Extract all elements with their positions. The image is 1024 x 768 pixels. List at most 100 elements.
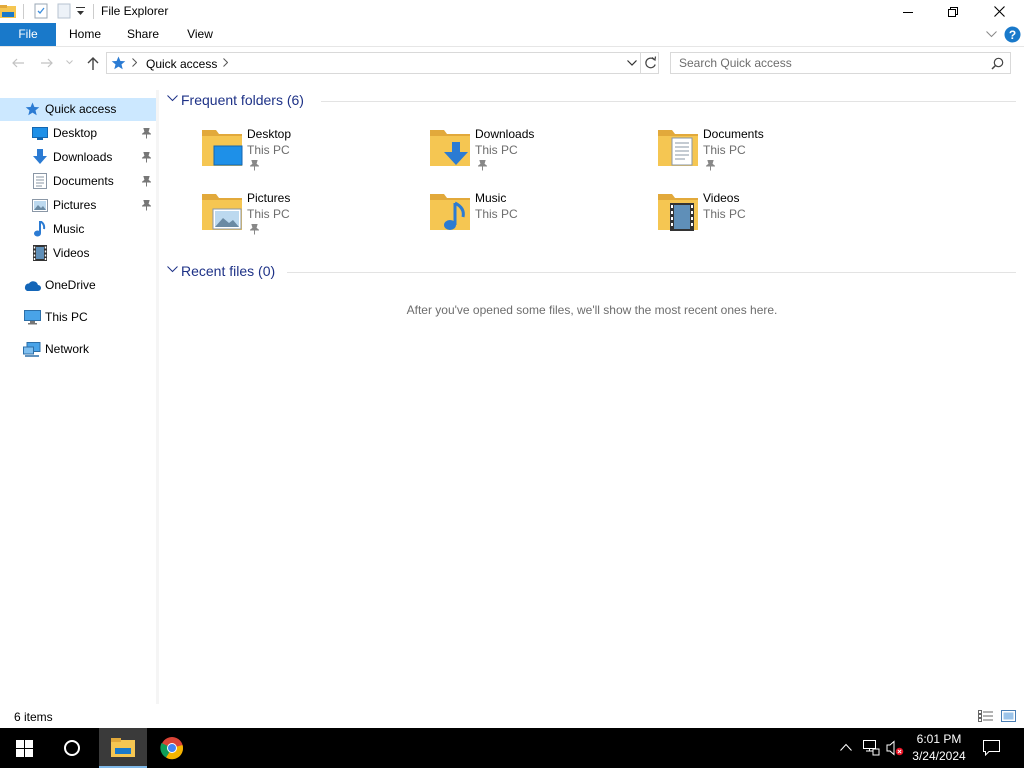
chevron-down-icon	[167, 95, 178, 102]
folder-tile-documents[interactable]: Documents This PC	[656, 126, 876, 182]
taskbar-chrome[interactable]	[148, 728, 196, 768]
restore-button[interactable]	[930, 0, 976, 23]
sidebar-item-label: This PC	[45, 310, 88, 324]
taskbar-clock-date[interactable]: 3/24/2024	[908, 749, 970, 763]
pin-icon[interactable]	[250, 224, 259, 235]
folder-location: This PC	[247, 207, 290, 221]
sidebar-item-music[interactable]: Music	[0, 218, 156, 241]
sidebar-item-this-pc[interactable]: This PC	[0, 306, 156, 329]
folder-name: Documents	[703, 127, 764, 141]
star-icon	[25, 102, 40, 116]
film-icon	[33, 245, 47, 261]
file-explorer-app-icon[interactable]	[0, 3, 16, 19]
customize-toolbar-dropdown-icon[interactable]	[76, 7, 85, 16]
taskbar-file-explorer[interactable]	[99, 728, 147, 768]
sidebar-item-downloads[interactable]: Downloads	[0, 146, 156, 169]
document-icon	[33, 173, 47, 189]
divider	[93, 4, 94, 19]
sidebar-item-network[interactable]: Network	[0, 338, 156, 361]
divider	[640, 53, 641, 73]
search-box[interactable]	[670, 52, 1011, 74]
folder-tile-downloads[interactable]: Downloads This PC	[428, 126, 648, 182]
address-bar[interactable]: Quick access	[106, 52, 659, 74]
pin-icon[interactable]	[478, 160, 487, 171]
taskbar: 6:01 PM 3/24/2024	[0, 728, 1024, 768]
documents-folder-icon	[656, 126, 700, 170]
pin-icon[interactable]	[142, 152, 151, 163]
back-button[interactable]	[11, 56, 25, 70]
close-button[interactable]	[976, 0, 1022, 23]
search-input[interactable]	[679, 56, 979, 70]
group-divider	[287, 272, 1016, 273]
new-folder-icon[interactable]	[56, 3, 72, 19]
large-icons-view-icon[interactable]	[1001, 710, 1016, 722]
sidebar-item-videos[interactable]: Videos	[0, 242, 156, 265]
pictures-folder-icon	[200, 190, 244, 234]
volume-muted-icon[interactable]	[886, 740, 904, 756]
start-button[interactable]	[0, 728, 48, 768]
sidebar-item-pictures[interactable]: Pictures	[0, 194, 156, 217]
svg-text:?: ?	[1009, 28, 1016, 42]
downloads-folder-icon	[428, 126, 472, 170]
action-center-icon[interactable]	[983, 740, 1000, 756]
navigation-pane-splitter[interactable]	[156, 90, 159, 704]
folder-tile-music[interactable]: Music This PC	[428, 190, 648, 246]
network-status-icon[interactable]	[863, 740, 880, 756]
back-arrow-icon	[12, 58, 24, 68]
show-hidden-icons-chevron-icon[interactable]	[840, 743, 852, 751]
recent-locations-dropdown[interactable]	[66, 60, 73, 65]
desktop-folder-icon	[200, 126, 244, 170]
navigation-pane: Quick access Desktop Downloads Documents…	[0, 90, 156, 704]
forward-button[interactable]	[40, 56, 54, 70]
recent-files-empty-message: After you've opened some files, we'll sh…	[406, 303, 778, 317]
cortana-circle-icon	[64, 740, 80, 756]
pin-icon[interactable]	[142, 200, 151, 211]
sidebar-item-label: Network	[45, 342, 90, 356]
address-history-dropdown-icon[interactable]	[627, 60, 637, 66]
recent-files-header[interactable]: Recent files (0)	[163, 262, 1018, 282]
sidebar-item-onedrive[interactable]: OneDrive	[0, 274, 156, 297]
tab-home[interactable]: Home	[62, 23, 108, 46]
pin-icon[interactable]	[142, 128, 151, 139]
search-icon[interactable]	[991, 57, 1004, 70]
recent-files-title: Recent files (0)	[181, 263, 276, 279]
folder-name: Desktop	[247, 127, 292, 141]
divider	[23, 4, 24, 19]
folder-tile-videos[interactable]: Videos This PC	[656, 190, 876, 246]
minimize-button[interactable]	[885, 0, 931, 23]
sidebar-item-documents[interactable]: Documents	[0, 170, 156, 193]
sidebar-item-desktop[interactable]: Desktop	[0, 122, 156, 145]
chevron-down-icon	[66, 60, 73, 65]
expand-ribbon-chevron-icon[interactable]	[986, 31, 997, 38]
sidebar-item-label: Downloads	[53, 150, 113, 164]
desktop-icon	[32, 127, 48, 140]
folder-name: Downloads	[475, 127, 535, 141]
sidebar-item-quick-access[interactable]: Quick access	[0, 98, 156, 121]
close-icon	[993, 6, 1005, 17]
breadcrumb-separator-icon[interactable]	[223, 58, 228, 67]
frequent-folders-header[interactable]: Frequent folders (6)	[163, 91, 1018, 111]
music-folder-icon	[428, 190, 472, 234]
pin-icon[interactable]	[706, 160, 715, 171]
breadcrumb-separator-icon[interactable]	[132, 58, 137, 67]
folder-location: This PC	[703, 143, 746, 157]
navigation-bar: Quick access	[0, 47, 1024, 81]
folder-tile-pictures[interactable]: Pictures This PC	[200, 190, 420, 246]
up-button[interactable]	[86, 56, 100, 71]
properties-icon[interactable]	[33, 3, 49, 19]
windows-logo-icon	[15, 739, 33, 757]
breadcrumb-quick-access[interactable]: Quick access	[146, 57, 217, 71]
taskbar-clock-time[interactable]: 6:01 PM	[912, 732, 966, 746]
search-button[interactable]	[48, 728, 96, 768]
pin-icon[interactable]	[142, 176, 151, 187]
window-title: File Explorer	[101, 4, 169, 18]
picture-icon	[32, 199, 48, 212]
pin-icon[interactable]	[250, 160, 259, 171]
details-view-icon[interactable]	[978, 710, 994, 722]
tab-share[interactable]: Share	[120, 23, 166, 46]
help-icon[interactable]: ?	[1004, 26, 1021, 43]
tab-view[interactable]: View	[178, 23, 222, 46]
refresh-icon[interactable]	[644, 56, 657, 70]
tab-file[interactable]: File	[0, 23, 56, 46]
folder-tile-desktop[interactable]: Desktop This PC	[200, 126, 420, 182]
